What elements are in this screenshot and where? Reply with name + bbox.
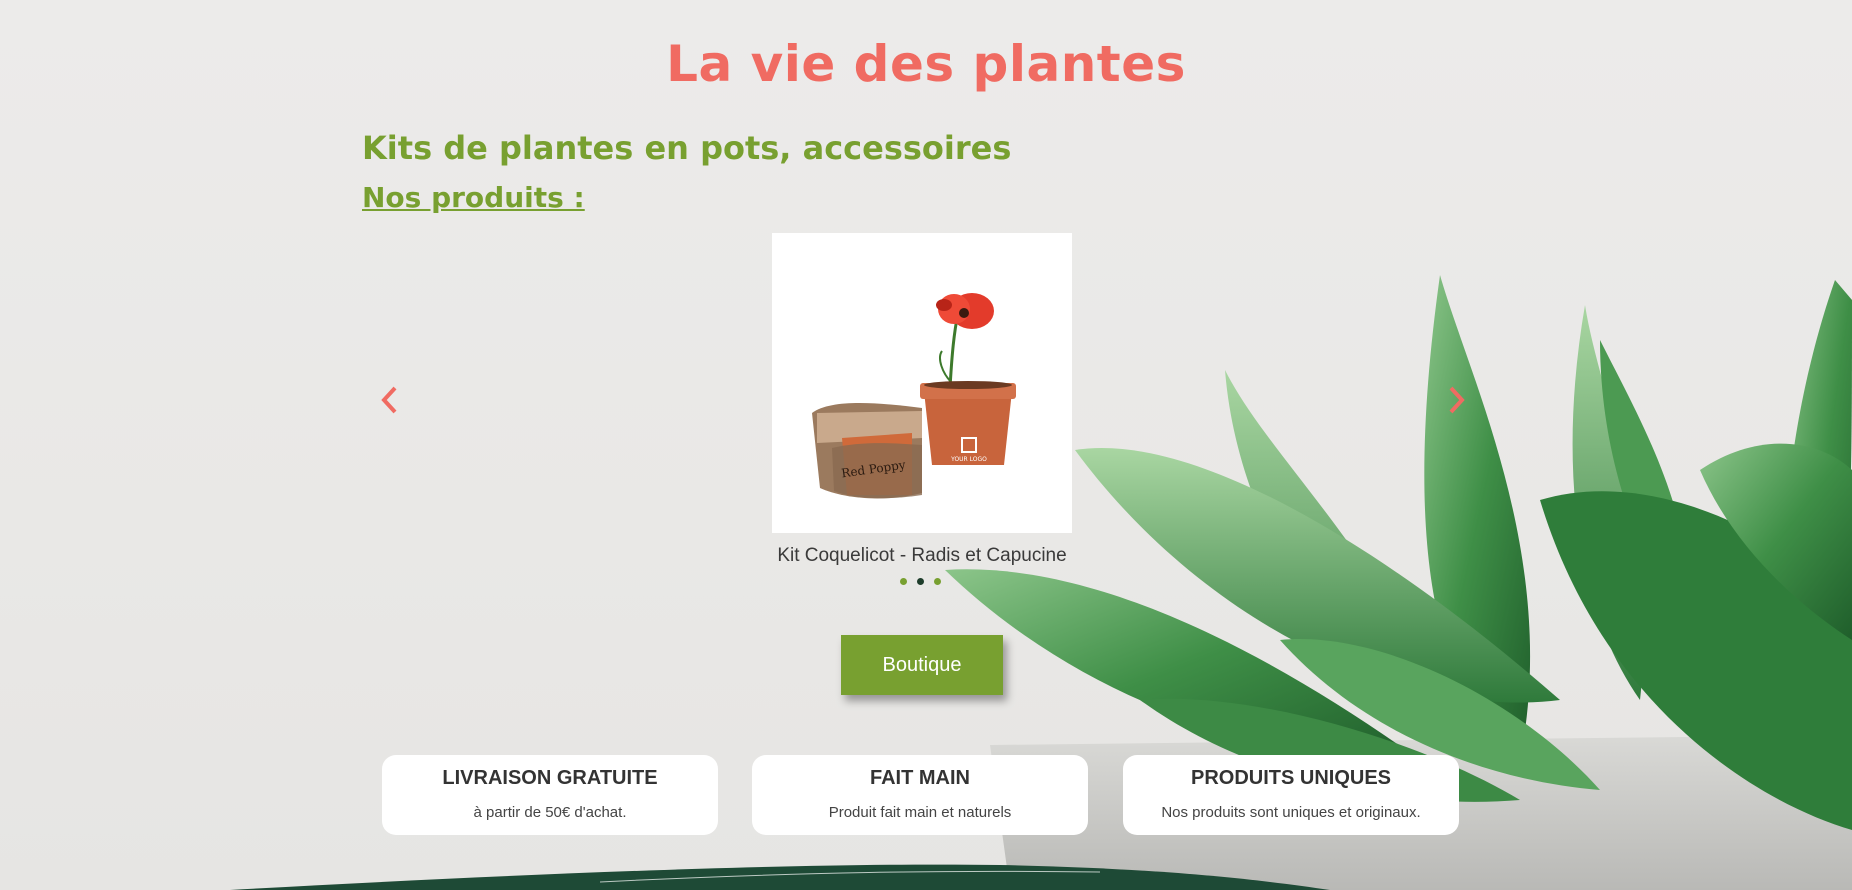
product-name[interactable]: Kit Coquelicot - Radis et Capucine [752,545,1092,567]
footer-wave-divider [230,864,1330,890]
feature-card-free-delivery: LIVRAISON GRATUITE à partir de 50€ d'ach… [382,755,718,835]
product-image[interactable]: YOUR LOGO Red Poppy [772,233,1072,533]
feature-card-handmade: FAIT MAIN Produit fait main et naturels [752,755,1088,835]
carousel-product-card[interactable]: YOUR LOGO Red Poppy Kit Coquelicot - Rad… [772,233,1072,567]
carousel-next-button[interactable] [1442,380,1472,420]
products-heading: Nos produits : [362,181,585,214]
product-photo: YOUR LOGO Red Poppy [812,293,1016,499]
carousel-dot-2[interactable] [917,578,924,585]
carousel-dot-1[interactable] [900,578,907,585]
shop-button[interactable]: Boutique [841,635,1003,695]
feature-title: FAIT MAIN [870,767,970,789]
carousel-dots [900,578,941,585]
site-title: La vie des plantes [666,34,1186,93]
feature-title: LIVRAISON GRATUITE [442,767,658,789]
carousel-dot-3[interactable] [934,578,941,585]
chevron-left-icon [381,386,397,414]
feature-card-unique-products: PRODUITS UNIQUES Nos produits sont uniqu… [1123,755,1459,835]
chevron-right-icon [1449,386,1465,414]
pot-logo-text: YOUR LOGO [950,456,987,463]
feature-title: PRODUITS UNIQUES [1190,767,1392,789]
carousel-prev-button[interactable] [374,380,404,420]
feature-description: à partir de 50€ d'achat. [473,804,627,821]
section-subtitle: Kits de plantes en pots, accessoires [362,129,1012,167]
feature-description: Nos produits sont uniques et originaux. [1161,804,1421,821]
feature-description: Produit fait main et naturels [828,804,1012,821]
